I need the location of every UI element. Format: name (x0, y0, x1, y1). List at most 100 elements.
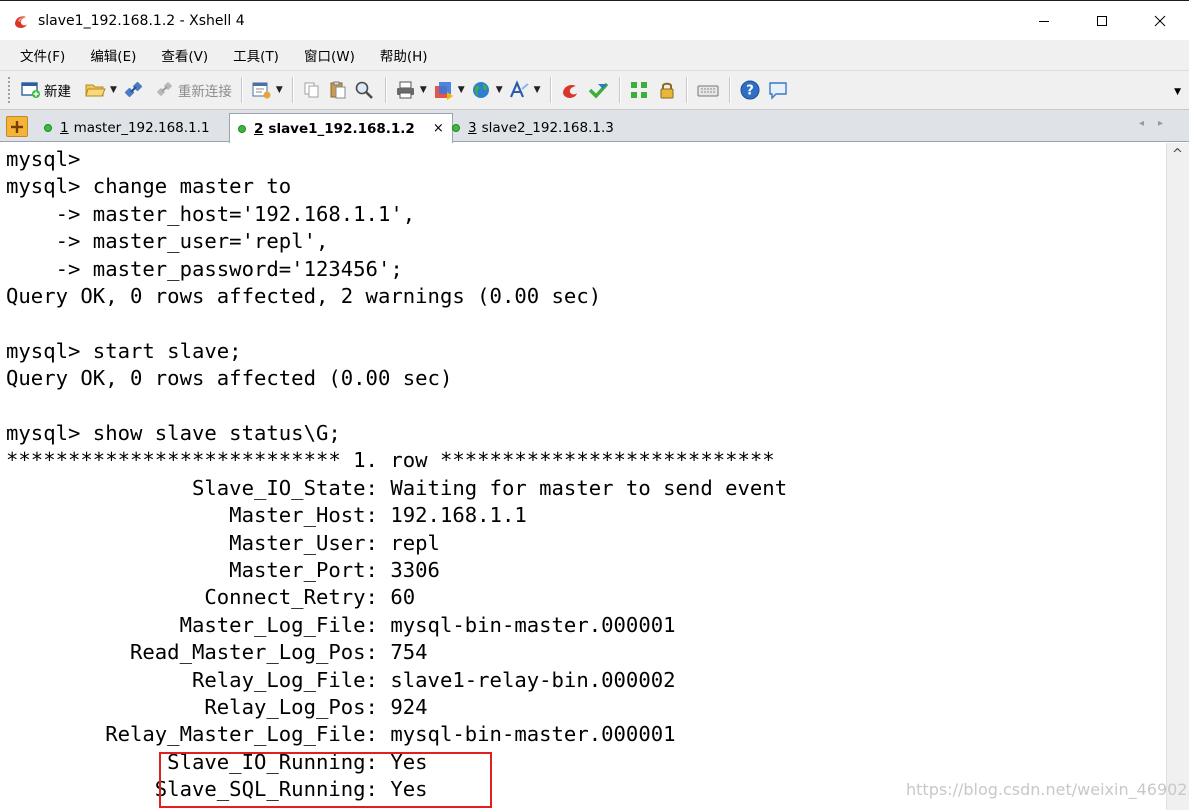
paste-icon (330, 81, 346, 99)
terminal-line: Read_Master_Log_Pos: 754 (6, 640, 428, 665)
toolbar: 新建 ▼ 重新连接 ▼ ▼ ▼ ▼ ▼ ? ▼ (0, 70, 1189, 110)
tab-master[interactable]: 1 master_192.168.1.1 (36, 113, 218, 142)
connected-status-icon (238, 124, 246, 133)
tab-label: master_192.168.1.1 (73, 119, 210, 136)
globe-dropdown-icon[interactable]: ▼ (496, 85, 503, 95)
new-session-button[interactable]: 新建 (18, 76, 74, 104)
window-title: slave1_192.168.1.2 - Xshell 4 (38, 12, 245, 29)
tab-number: 1 (60, 119, 69, 136)
open-button[interactable]: ▼ (82, 76, 120, 104)
toolbar-overflow-icon[interactable]: ▼ (1174, 87, 1181, 97)
open-dropdown-icon[interactable]: ▼ (110, 85, 117, 95)
terminal-line: mysql> show slave status\G; (6, 421, 341, 445)
menu-view[interactable]: 查看(V) (157, 43, 212, 67)
lock-icon (660, 82, 674, 99)
terminal-line: Connect_Retry: 60 (6, 585, 416, 610)
terminal-line: Relay_Master_Log_File: mysql-bin-master.… (6, 722, 676, 747)
terminal-line: Relay_Log_File: slave1-relay-bin.000002 (6, 667, 676, 692)
toolbar-separator (618, 77, 620, 103)
minimize-icon (1039, 21, 1049, 22)
toolbar-separator (549, 77, 551, 103)
keyboard-button[interactable] (693, 76, 723, 104)
terminal-line: Master_Host: 192.168.1.1 (6, 503, 527, 528)
menu-edit[interactable]: 编辑(E) (86, 43, 140, 67)
watermark: https://blog.csdn.net/weixin_46902396 (906, 780, 1189, 799)
keyboard-icon (697, 85, 719, 97)
search-icon (355, 81, 373, 99)
terminal-line: -> master_host='192.168.1.1', (6, 201, 416, 226)
connect-button[interactable] (120, 76, 148, 104)
tab-slave1[interactable]: 2 slave1_192.168.1.2 × (229, 113, 453, 143)
font-icon (509, 80, 529, 98)
menu-help[interactable]: 帮助(H) (376, 43, 432, 67)
session-tab-bar: 1 master_192.168.1.1 2 slave1_192.168.1.… (0, 110, 1189, 143)
terminal-line: Query OK, 0 rows affected, 2 warnings (0… (6, 284, 602, 308)
reconnect-label: 重新连接 (177, 84, 232, 100)
running-status-highlight (159, 752, 492, 808)
menu-bar: 文件(F) 编辑(E) 查看(V) 工具(T) 窗口(W) 帮助(H) (0, 40, 1189, 70)
toolbar-separator (291, 77, 293, 103)
add-tab-button[interactable] (6, 116, 28, 137)
connect-icon (124, 81, 142, 98)
toolbar-separator (240, 77, 242, 103)
globe-button[interactable]: ▼ (468, 76, 506, 104)
help-button[interactable]: ? (736, 76, 764, 104)
folder-open-icon (85, 84, 106, 97)
close-tab-icon[interactable]: × (433, 121, 444, 136)
terminal-line: Master_Port: 3306 (6, 558, 440, 582)
fullscreen-icon (630, 82, 647, 98)
terminal-line: Slave_IO_State: Waiting for master to se… (6, 475, 788, 500)
reconnect-button[interactable]: 重新连接 (152, 76, 235, 104)
tab-label: slave2_192.168.1.3 (481, 119, 614, 136)
find-button[interactable] (351, 76, 379, 104)
transfer-dropdown-icon[interactable]: ▼ (458, 85, 465, 95)
connected-status-icon (44, 123, 52, 132)
terminal-line: -> master_password='123456'; (6, 256, 403, 281)
terminal-line: mysql> start slave; (6, 338, 242, 363)
terminal-scrollbar[interactable]: ^ (1166, 143, 1189, 810)
transfer-button[interactable]: ▼ (430, 76, 468, 104)
properties-button[interactable]: ▼ (248, 76, 286, 104)
reconnect-icon (157, 82, 172, 96)
properties-dropdown-icon[interactable]: ▼ (276, 85, 283, 95)
terminal-output[interactable]: mysql> mysql> change master to -> master… (0, 143, 1166, 810)
minimize-button[interactable] (1015, 1, 1073, 41)
lock-button[interactable] (654, 76, 680, 104)
tab-number: 3 (468, 119, 477, 136)
close-button[interactable] (1131, 1, 1189, 41)
help-icon: ? (740, 80, 760, 100)
title-bar: slave1_192.168.1.2 - Xshell 4 (0, 0, 1189, 40)
terminal-line: Query OK, 0 rows affected (0.00 sec) (6, 366, 453, 391)
chat-button[interactable] (764, 76, 792, 104)
close-icon (1154, 15, 1166, 27)
tab-label: slave1_192.168.1.2 (268, 120, 415, 137)
tab-scroll-arrows[interactable]: ◂▸ (1139, 118, 1177, 129)
font-button[interactable]: ▼ (506, 76, 544, 104)
menu-tools[interactable]: 工具(T) (229, 43, 283, 67)
toolbar-separator (384, 77, 386, 103)
font-dropdown-icon[interactable]: ▼ (534, 85, 541, 95)
xftp-icon (588, 82, 608, 99)
terminal-line: mysql> change master to (6, 174, 292, 199)
xftp-button[interactable] (585, 76, 613, 104)
terminal-line: Relay_Log_Pos: 924 (6, 695, 428, 719)
menu-file[interactable]: 文件(F) (16, 43, 69, 67)
printer-icon (396, 81, 414, 99)
tab-slave2[interactable]: 3 slave2_192.168.1.3 (444, 113, 622, 142)
paste-button[interactable] (325, 76, 351, 104)
svg-text:?: ? (746, 84, 754, 99)
xshell-button[interactable] (557, 76, 585, 104)
transfer-icon (434, 82, 453, 100)
globe-icon (472, 82, 489, 98)
xshell-logo-icon (15, 15, 27, 28)
fullscreen-button[interactable] (626, 76, 654, 104)
terminal-line: mysql> (6, 147, 81, 171)
print-button[interactable]: ▼ (392, 76, 430, 104)
print-dropdown-icon[interactable]: ▼ (420, 85, 427, 95)
toolbar-separator (685, 77, 687, 103)
scroll-up-icon[interactable]: ^ (1172, 147, 1183, 162)
menu-window[interactable]: 窗口(W) (300, 43, 359, 67)
copy-button[interactable] (299, 76, 325, 104)
maximize-button[interactable] (1073, 1, 1131, 41)
toolbar-grip[interactable] (8, 77, 12, 103)
